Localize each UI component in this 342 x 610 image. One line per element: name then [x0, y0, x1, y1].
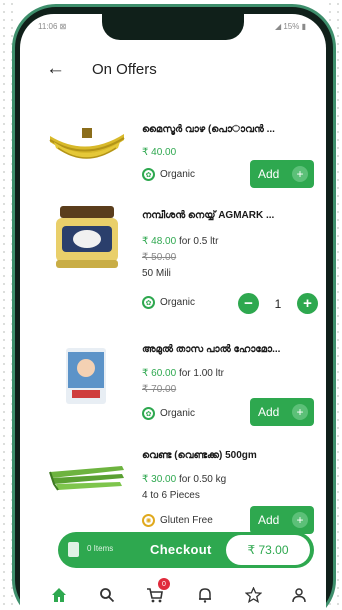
product-price: ₹ 40.00: [142, 147, 176, 158]
cart-badge: 0: [158, 578, 170, 590]
star-icon[interactable]: [242, 584, 264, 606]
quantity-stepper[interactable]: − 1 +: [238, 293, 318, 315]
leaf-icon: ✿: [142, 168, 155, 181]
product-name: അമുൽ താസ പാൽ ഹോമോ...: [142, 344, 281, 355]
tag-label: Organic: [160, 297, 196, 308]
price-value: ₹ 30.00: [142, 474, 177, 485]
home-icon[interactable]: [48, 584, 70, 606]
plus-icon: +: [292, 404, 308, 420]
quantity-note: 4 to 6 Pieces: [142, 490, 200, 501]
price-value: ₹ 40.00: [142, 147, 177, 158]
cart-bar[interactable]: 0 Items Checkout ₹ 73.00: [58, 532, 314, 568]
tag-label: Organic: [160, 169, 196, 180]
milk-pack-image: [66, 348, 106, 404]
add-label: Add: [258, 167, 280, 181]
plus-icon: +: [292, 512, 308, 528]
tag-label: Organic: [160, 408, 196, 419]
gluten-free-tag: ✺ Gluten Free: [142, 514, 213, 527]
status-battery: ◢ 15% ▮: [274, 22, 306, 31]
original-price: ₹ 50.00: [142, 252, 177, 263]
price-unit: for 0.5 ltr: [178, 236, 219, 247]
organic-tag: ✿ Organic: [142, 168, 195, 181]
price-unit: for 1.00 ltr: [178, 368, 224, 379]
cart-icon[interactable]: 0: [144, 578, 170, 606]
search-icon[interactable]: [96, 584, 118, 606]
product-price: ₹ 48.00 for 0.5 ltr: [142, 236, 218, 247]
add-label: Add: [258, 513, 280, 527]
page-title: On Offers: [92, 61, 157, 78]
app-screen: 11:06 ⊠ ◢ 15% ▮ ← On Offers മൈസൂർ വാഴ (പ…: [20, 14, 326, 610]
add-button[interactable]: Add +: [250, 160, 314, 188]
add-button[interactable]: Add +: [250, 506, 314, 534]
quantity-note: 50 Mili: [142, 268, 171, 279]
gluten-free-icon: ✺: [142, 514, 155, 527]
organic-tag: ✿ Organic: [142, 296, 195, 309]
plus-icon: +: [292, 166, 308, 182]
cart-item-count: 0 Items: [87, 544, 114, 553]
ghee-jar-image: [56, 206, 118, 268]
status-bar: 11:06 ⊠ ◢ 15% ▮: [20, 22, 326, 36]
product-price: ₹ 60.00 for 1.00 ltr: [142, 368, 224, 379]
organic-tag: ✿ Organic: [142, 407, 195, 420]
product-name: നമ്പീശൻ നെയ്യ് AGMARK ...: [142, 210, 275, 221]
original-price: ₹ 70.00: [142, 384, 177, 395]
increment-button[interactable]: +: [297, 293, 318, 314]
bell-icon[interactable]: [194, 584, 216, 606]
checkout-button[interactable]: Checkout: [150, 542, 212, 557]
bottom-navigation: 0: [20, 578, 326, 610]
product-price: ₹ 30.00 for 0.50 kg: [142, 474, 226, 485]
leaf-icon: ✿: [142, 296, 155, 309]
profile-icon[interactable]: [288, 584, 310, 606]
okra-image: [49, 466, 124, 491]
quantity-value: 1: [274, 297, 282, 311]
decrement-button[interactable]: −: [238, 293, 259, 314]
banana-image: [49, 128, 125, 159]
cart-total: ₹ 73.00: [226, 535, 310, 565]
tag-label: Gluten Free: [160, 515, 213, 526]
product-name: വെണ്ട (വെണ്ടക്ക) 500gm: [142, 450, 257, 461]
price-value: ₹ 60.00: [142, 368, 177, 379]
add-button[interactable]: Add +: [250, 398, 314, 426]
app-header: ← On Offers: [20, 58, 326, 82]
cart-bag-icon: [68, 542, 79, 557]
leaf-icon: ✿: [142, 407, 155, 420]
add-label: Add: [258, 405, 280, 419]
product-name: മൈസൂർ വാഴ (പൊ​ാവൻ ...: [142, 124, 275, 135]
price-value: ₹ 48.00: [142, 236, 177, 247]
status-time: 11:06 ⊠: [38, 22, 67, 31]
price-unit: for 0.50 kg: [178, 474, 227, 485]
back-arrow-icon[interactable]: ←: [46, 58, 65, 80]
